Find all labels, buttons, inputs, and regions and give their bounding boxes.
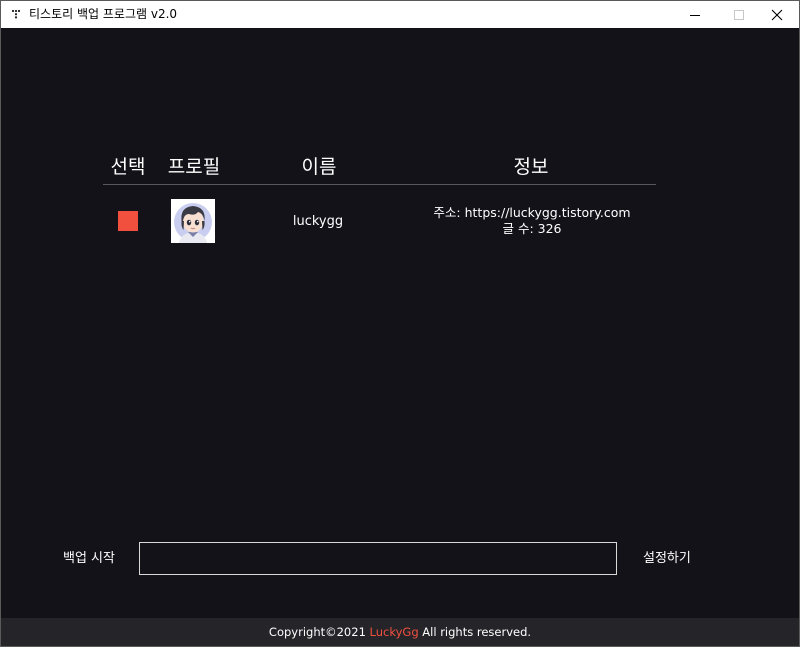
table-header: 선택 프로필 이름 정보 [103, 154, 656, 185]
anime-avatar-icon [171, 199, 215, 243]
app-window: 티스토리 백업 프로그램 v2.0 선택 프로필 이름 정보 luckygg 주… [0, 0, 800, 647]
avatar [171, 199, 215, 243]
column-header-profile: 프로필 [167, 156, 221, 178]
blog-select-checkbox[interactable] [118, 211, 138, 231]
column-header-select: 선택 [110, 156, 146, 178]
blog-name: luckygg [292, 214, 344, 229]
column-header-name: 이름 [301, 156, 337, 178]
minimize-icon [690, 14, 700, 16]
footer: Copyright©2021 LuckyGg All rights reserv… [1, 618, 799, 646]
start-backup-button[interactable]: 백업 시작 [63, 550, 115, 568]
tistory-logo-icon [11, 9, 21, 19]
blog-address: 주소: https://luckygg.tistory.com [433, 205, 631, 220]
backup-progress-bar [139, 542, 617, 575]
close-button[interactable] [755, 1, 799, 28]
copyright-suffix: All rights reserved. [418, 625, 532, 639]
minimize-button[interactable] [673, 1, 717, 28]
blog-info: 주소: https://luckygg.tistory.com 글 수: 326 [419, 205, 645, 237]
title-bar[interactable]: 티스토리 백업 프로그램 v2.0 [1, 1, 799, 28]
copyright-prefix: Copyright©2021 [268, 625, 370, 639]
settings-button[interactable]: 설정하기 [643, 550, 691, 568]
maximize-icon [734, 9, 744, 20]
column-header-info: 정보 [513, 156, 549, 178]
copyright-brand: LuckyGg [369, 625, 419, 639]
window-title: 티스토리 백업 프로그램 v2.0 [29, 7, 178, 21]
close-icon [771, 9, 783, 20]
blog-post-count: 글 수: 326 [502, 221, 562, 236]
